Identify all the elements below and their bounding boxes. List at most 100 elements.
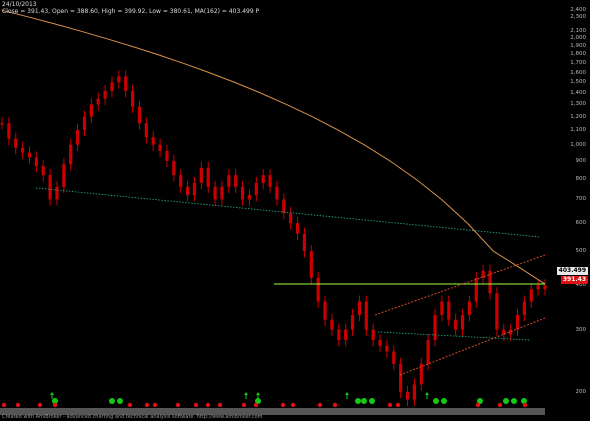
close-price-tag: 391.43	[560, 276, 588, 284]
candle-body	[309, 251, 313, 278]
signal-dot-icon	[1, 402, 7, 408]
dotted-channel-line	[377, 331, 531, 341]
candle-body	[330, 319, 334, 330]
candle-body	[495, 293, 499, 330]
signal-circle-icon	[433, 398, 439, 404]
candle-body	[254, 182, 258, 196]
y-axis-tick-label: 1,200	[570, 113, 586, 120]
candle-body	[392, 351, 396, 364]
candle-body	[467, 301, 471, 315]
signal-dot-icon	[175, 402, 181, 408]
candle-body	[48, 175, 52, 200]
signal-circle-icon	[441, 398, 447, 404]
candle-body	[295, 223, 300, 234]
signal-dot-icon	[522, 402, 528, 408]
candle-body	[227, 175, 231, 187]
y-axis-tick-label: 200	[575, 388, 587, 395]
candle-body	[62, 164, 66, 187]
signal-dot-icon	[253, 402, 259, 408]
candle-body	[137, 106, 142, 124]
signal-dot-icon	[152, 402, 158, 408]
candle-body	[41, 166, 45, 176]
candle-body	[0, 123, 4, 125]
y-axis-tick-label: 1,100	[570, 127, 586, 134]
candle-body	[192, 182, 197, 196]
y-axis-tick-label: 1,600	[570, 69, 586, 76]
candle-body	[371, 329, 375, 341]
signal-dot-icon	[52, 402, 58, 408]
candle-body	[185, 186, 190, 196]
signal-up-arrow-icon	[345, 392, 349, 399]
candle-body	[34, 157, 38, 167]
signal-dot-icon	[280, 402, 286, 408]
signal-circle-icon	[361, 398, 367, 404]
candle-body	[69, 144, 73, 165]
signal-up-arrow-icon	[244, 392, 248, 399]
candle-body	[529, 289, 533, 302]
candle-body	[117, 76, 121, 83]
y-axis-tick-label: 1,400	[570, 90, 586, 97]
candle-body	[130, 90, 135, 107]
price-chart[interactable]	[0, 0, 590, 421]
signal-dot-icon	[241, 402, 247, 408]
candle-body	[240, 186, 245, 200]
signal-dot-icon	[144, 402, 150, 408]
candle-body	[509, 329, 513, 335]
candle-body	[440, 301, 444, 315]
candle-body	[172, 160, 176, 176]
signal-circle-icon	[109, 398, 115, 404]
y-axis-tick-label: 1,000	[570, 141, 586, 148]
signal-dot-icon	[217, 402, 223, 408]
ma-line	[1, 9, 546, 285]
y-axis-tick-label: 2,300	[570, 13, 586, 20]
candle-body	[14, 138, 18, 148]
signal-circle-icon	[117, 398, 123, 404]
candle-body	[350, 314, 355, 330]
candle-body	[543, 285, 547, 290]
candle-body	[454, 319, 458, 330]
y-axis-tick-label: 2,100	[570, 27, 586, 34]
y-axis-tick-label: 500	[575, 248, 587, 255]
candle-body	[124, 76, 128, 91]
y-axis-tick-label: 2,000	[570, 35, 586, 42]
candle-body	[405, 391, 410, 400]
signal-circle-icon	[511, 398, 517, 404]
candle-body	[103, 90, 107, 99]
signal-up-arrow-icon	[425, 392, 429, 399]
chart-window: 24/10/2013 Close = 391.43, Open = 388.60…	[0, 0, 590, 421]
candle-body	[247, 195, 252, 200]
candle-body	[282, 199, 286, 214]
candle-body	[536, 285, 540, 290]
footer-credit: Created with AmiBroker - advanced charti…	[2, 414, 263, 420]
candle-body	[261, 175, 265, 183]
signal-circle-icon	[503, 398, 509, 404]
signal-circle-icon	[369, 398, 375, 404]
candle-body	[158, 144, 162, 151]
signal-dot-icon	[497, 402, 503, 408]
ohlc-readout: Close = 391.43, Open = 388.60, High = 39…	[2, 8, 260, 15]
candle-body	[316, 277, 320, 302]
candle-body	[151, 137, 155, 145]
candle-body	[144, 123, 148, 138]
candle-body	[399, 363, 403, 392]
signal-dot-icon	[205, 402, 211, 408]
signal-dot-icon	[317, 402, 323, 408]
candle-body	[7, 123, 11, 139]
candle-body	[27, 152, 32, 158]
candle-body	[96, 98, 100, 105]
y-axis-tick-label: 1,500	[570, 79, 586, 86]
candle-body	[21, 147, 25, 153]
candle-body	[412, 384, 417, 400]
y-axis-tick-label: 1,900	[570, 43, 586, 50]
candle-body	[447, 301, 451, 320]
y-axis-tick-label: 1,300	[570, 101, 586, 108]
candle-body	[337, 329, 341, 341]
candle-body	[89, 104, 93, 117]
y-axis-tick-label: 300	[575, 326, 587, 333]
candle-body	[385, 345, 389, 352]
ma-price-tag: 403.499	[556, 267, 588, 275]
signal-dot-icon	[290, 402, 296, 408]
signal-circle-icon	[355, 398, 361, 404]
signal-dot-icon	[193, 402, 199, 408]
signal-dot-icon	[332, 402, 338, 408]
